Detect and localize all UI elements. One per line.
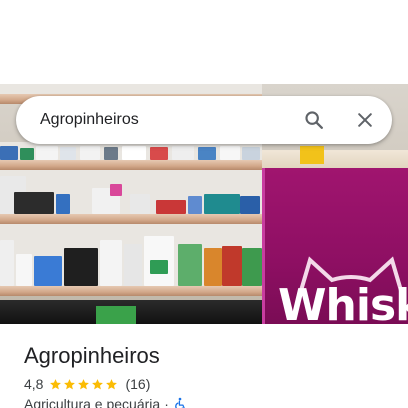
product <box>100 240 122 286</box>
shelf-board <box>0 160 262 170</box>
separator: · <box>164 396 169 408</box>
category-row: Agricultura e pecuária · <box>24 396 187 408</box>
wheelchair-icon <box>175 397 185 408</box>
product <box>80 146 100 160</box>
product <box>150 260 168 274</box>
product <box>14 192 54 214</box>
product <box>150 147 168 160</box>
product <box>242 248 262 286</box>
star-icon <box>106 378 118 389</box>
product <box>0 146 18 160</box>
close-icon <box>358 113 372 127</box>
star-icon <box>78 378 90 389</box>
product <box>222 246 242 286</box>
product <box>198 147 216 160</box>
display-sign <box>300 146 324 164</box>
product <box>188 196 202 214</box>
clear-search-button[interactable] <box>351 106 379 134</box>
product <box>124 244 142 286</box>
product <box>204 248 222 286</box>
search-bar[interactable]: Agropinheiros <box>16 96 392 144</box>
star-icon <box>92 378 104 389</box>
product <box>130 194 150 214</box>
product <box>36 146 58 160</box>
shelf-board <box>0 286 262 296</box>
rating-row[interactable]: 4,8 (16) <box>24 375 150 393</box>
product <box>240 196 260 214</box>
rating-stars <box>49 378 119 391</box>
place-category: Agricultura e pecuária <box>24 396 161 408</box>
product <box>104 147 118 160</box>
product <box>122 146 146 160</box>
place-name[interactable]: Agropinheiros <box>24 342 160 370</box>
product <box>96 306 136 324</box>
product <box>16 254 32 286</box>
product <box>34 256 62 286</box>
blank-header-area <box>0 0 408 84</box>
shelf-board <box>0 214 262 224</box>
product <box>56 194 70 214</box>
product <box>64 248 98 286</box>
product <box>20 148 34 160</box>
product <box>0 240 14 286</box>
product <box>156 200 186 214</box>
product <box>172 146 194 160</box>
search-input[interactable]: Agropinheiros <box>40 110 139 130</box>
product <box>178 244 202 286</box>
review-count[interactable]: (16) <box>125 376 150 392</box>
product <box>60 147 76 160</box>
rating-value: 4,8 <box>24 376 44 392</box>
product <box>220 146 240 160</box>
search-button[interactable] <box>300 106 328 134</box>
star-icon <box>64 378 76 389</box>
display-top <box>262 150 408 170</box>
product <box>110 184 122 196</box>
star-icon <box>50 378 62 389</box>
product <box>242 147 260 160</box>
brand-text: Whisk <box>278 280 408 324</box>
search-icon <box>305 111 323 129</box>
product <box>204 194 240 214</box>
